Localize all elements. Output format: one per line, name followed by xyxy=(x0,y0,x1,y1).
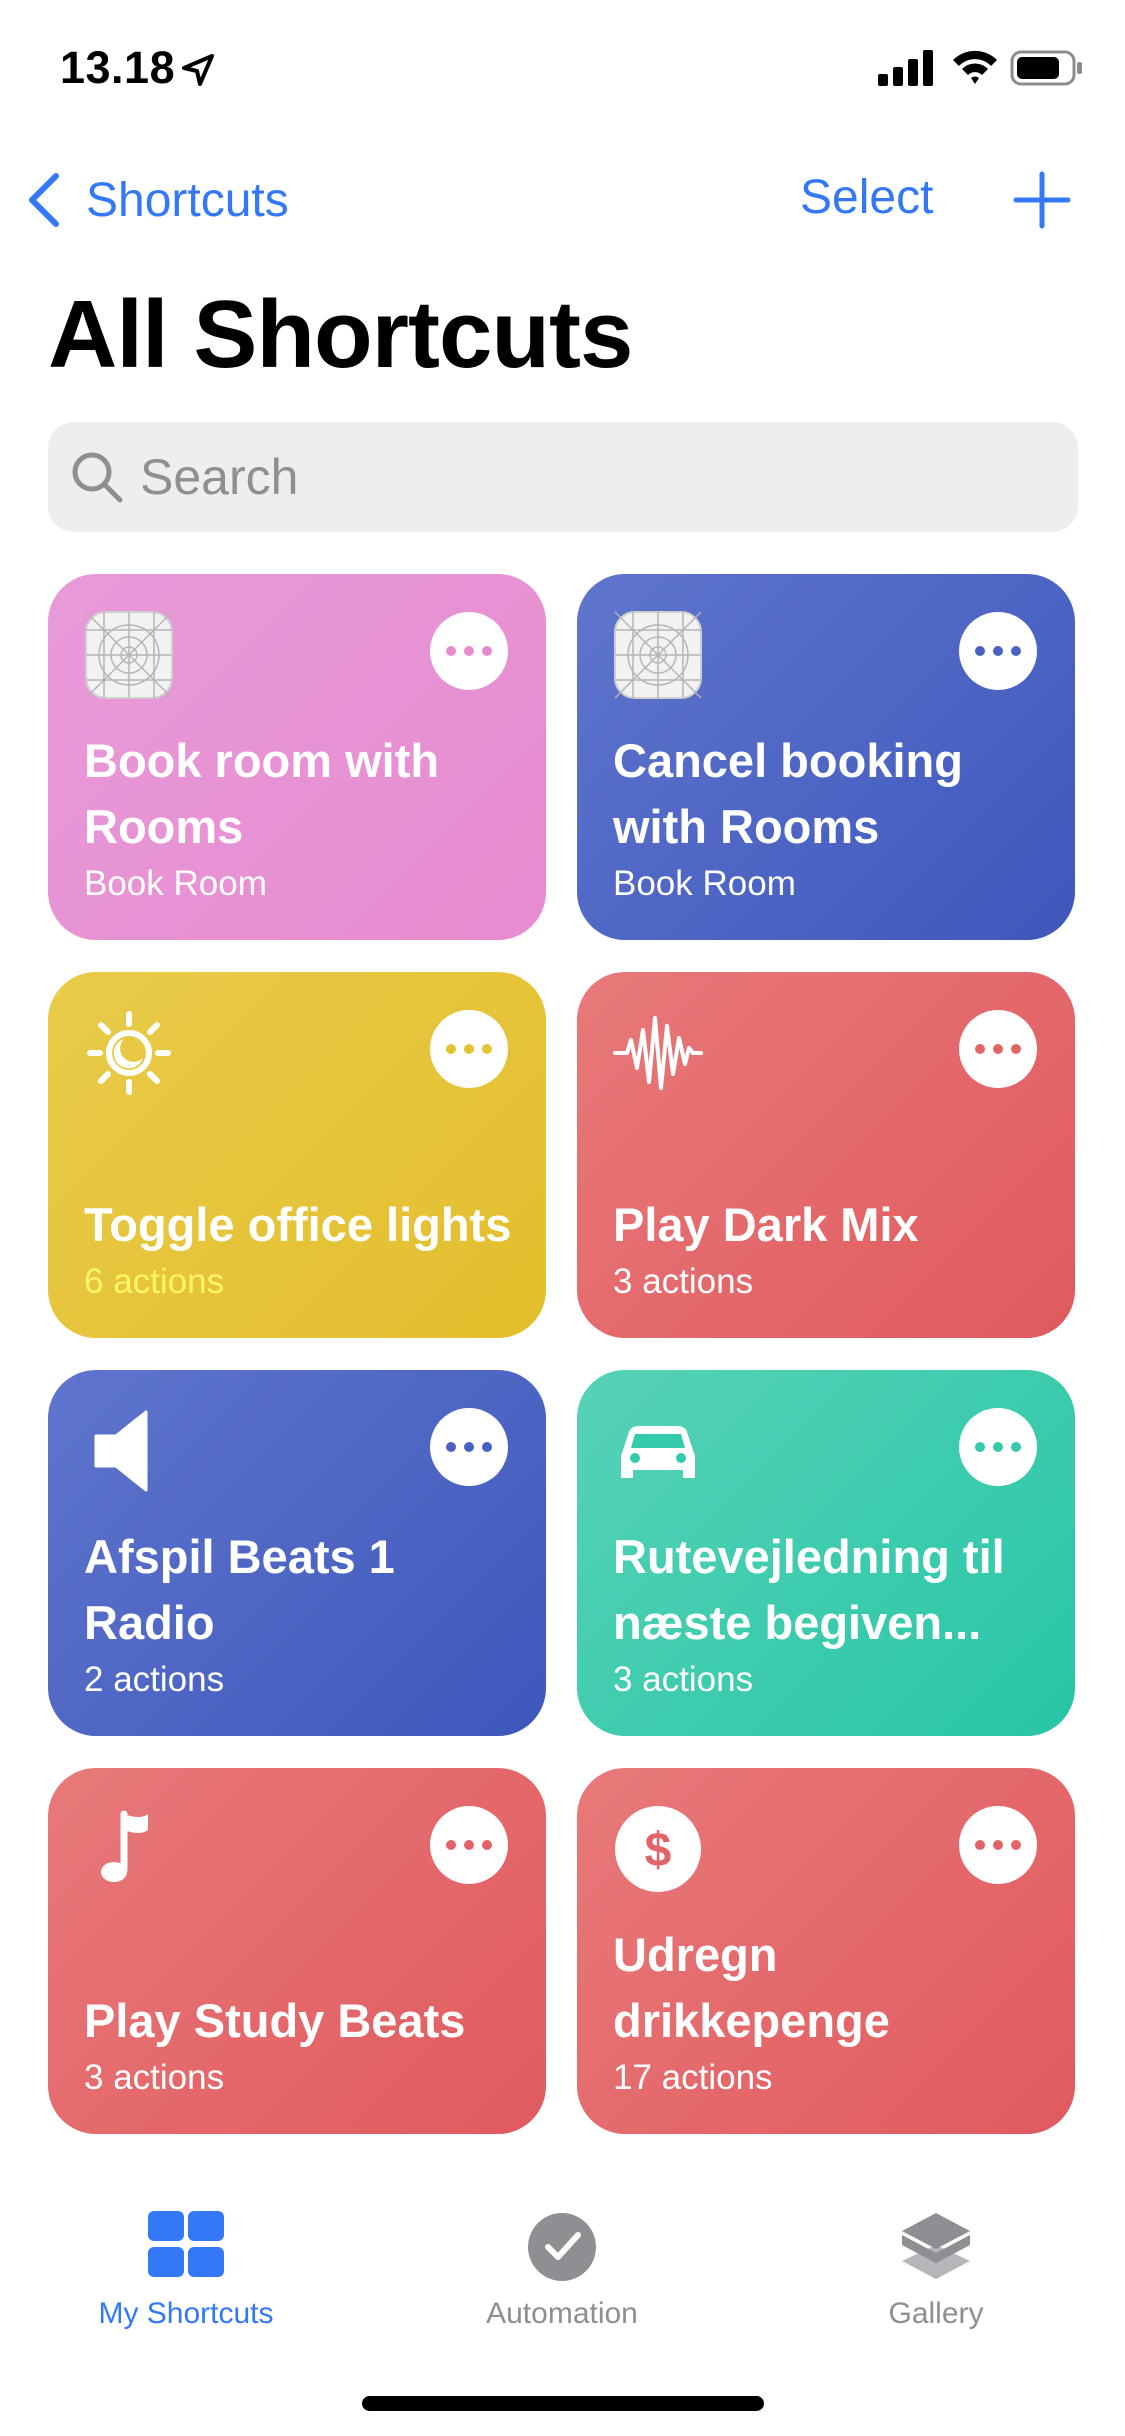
cellular-signal-icon xyxy=(878,50,933,86)
more-dot xyxy=(464,1044,474,1054)
shortcut-tile-book-room[interactable]: Book room with Rooms Book Room xyxy=(48,574,546,940)
speaker-icon xyxy=(94,1410,148,1492)
tile-subtitle: 17 actions xyxy=(613,2058,773,2097)
tab-label: Gallery xyxy=(888,2297,984,2330)
checkmark-clock-icon xyxy=(528,2213,596,2281)
more-dot xyxy=(1011,1044,1021,1054)
page-title: All Shortcuts xyxy=(48,281,633,388)
search-icon xyxy=(72,452,123,503)
more-options-button[interactable] xyxy=(430,1806,508,1884)
tile-title: Toggle office lights xyxy=(84,1198,512,1251)
more-dot xyxy=(1011,646,1021,656)
more-options-button[interactable] xyxy=(959,1408,1037,1486)
tile-subtitle: 3 actions xyxy=(613,1262,754,1301)
more-dot xyxy=(446,1044,456,1054)
more-dot xyxy=(464,646,474,656)
status-time: 13.18 xyxy=(60,42,176,93)
add-shortcut-icon[interactable] xyxy=(1012,170,1072,230)
more-dot xyxy=(993,1044,1003,1054)
more-dot xyxy=(446,1442,456,1452)
tile-subtitle: 3 actions xyxy=(84,2058,225,2097)
shortcut-tile-toggle-office-lights[interactable]: Toggle office lights 6 actions xyxy=(48,972,546,1338)
tab-automation[interactable]: Automation xyxy=(432,2175,692,2335)
more-dot xyxy=(464,1840,474,1850)
tab-bar: My Shortcuts Automation Gallery xyxy=(0,2175,1125,2355)
tile-title: Play Dark Mix xyxy=(613,1198,919,1251)
more-options-button[interactable] xyxy=(430,612,508,690)
tab-label: My Shortcuts xyxy=(98,2297,274,2330)
back-button-label: Shortcuts xyxy=(86,173,289,227)
more-options-button[interactable] xyxy=(430,1408,508,1486)
shortcuts-screen: 13.18 Shortcuts Select All Shortcuts Sea… xyxy=(0,0,1125,2436)
tab-label: Automation xyxy=(486,2297,638,2330)
location-arrow-icon xyxy=(182,54,214,86)
layers-icon xyxy=(902,2213,970,2279)
tile-title: Udregn drikkepenge xyxy=(613,1928,890,2047)
more-dot xyxy=(993,1840,1003,1850)
tile-subtitle: 2 actions xyxy=(84,1660,225,1699)
tile-subtitle: 3 actions xyxy=(613,1660,754,1699)
more-dot xyxy=(446,1840,456,1850)
car-icon xyxy=(621,1426,695,1478)
shortcut-tile-play-study-beats[interactable]: Play Study Beats 3 actions xyxy=(48,1768,546,2134)
shortcut-tile-rutevejledning[interactable]: Rutevejledning til næste begiven... 3 ac… xyxy=(577,1370,1075,1736)
more-dot xyxy=(482,646,492,656)
more-dot xyxy=(1011,1840,1021,1850)
tile-title: Afspil Beats 1 Radio xyxy=(84,1530,395,1649)
more-dot xyxy=(482,1840,492,1850)
sun-moon-icon xyxy=(87,1011,171,1095)
shortcut-tile-play-dark-mix[interactable]: Play Dark Mix 3 actions xyxy=(577,972,1075,1338)
chevron-left-icon xyxy=(29,173,59,227)
more-dot xyxy=(464,1442,474,1452)
tile-subtitle: Book Room xyxy=(84,864,267,903)
tab-my-shortcuts[interactable]: My Shortcuts xyxy=(56,2175,316,2335)
back-button[interactable]: Shortcuts xyxy=(24,168,289,232)
music-note-icon xyxy=(101,1810,148,1882)
shortcut-tile-afspil-beats-1[interactable]: Afspil Beats 1 Radio 2 actions xyxy=(48,1370,546,1736)
app-placeholder-icon xyxy=(614,611,702,699)
more-dot xyxy=(975,646,985,656)
more-dot xyxy=(482,1044,492,1054)
search-input[interactable] xyxy=(140,448,1020,506)
status-bar: 13.18 xyxy=(0,0,1125,140)
tile-title: Cancel booking with Rooms xyxy=(613,734,963,853)
tile-title: Book room with Rooms xyxy=(84,734,440,853)
more-dot xyxy=(975,1442,985,1452)
tile-title: Play Study Beats xyxy=(84,1994,466,2047)
waveform-icon xyxy=(613,1016,703,1090)
more-dot xyxy=(482,1442,492,1452)
more-options-button[interactable] xyxy=(959,612,1037,690)
tile-subtitle: Book Room xyxy=(613,864,796,903)
grid-icon xyxy=(148,2211,224,2277)
more-dot xyxy=(975,1044,985,1054)
shortcut-tile-udregn-drikkepenge[interactable]: $ Udregn drikkepenge 17 actions xyxy=(577,1768,1075,2134)
select-button[interactable]: Select xyxy=(800,170,933,225)
battery-icon xyxy=(1010,50,1082,86)
more-options-button[interactable] xyxy=(959,1806,1037,1884)
dollar-icon: $ xyxy=(615,1806,701,1892)
more-dot xyxy=(1011,1442,1021,1452)
search-field[interactable] xyxy=(48,422,1078,532)
wifi-icon xyxy=(953,50,997,84)
tile-title: Rutevejledning til næste begiven... xyxy=(613,1530,1005,1649)
more-dot xyxy=(446,646,456,656)
svg-text:$: $ xyxy=(645,1824,672,1877)
shortcut-tile-cancel-booking[interactable]: Cancel booking with Rooms Book Room xyxy=(577,574,1075,940)
app-placeholder-icon xyxy=(85,611,173,699)
home-indicator xyxy=(362,2396,764,2411)
more-dot xyxy=(975,1840,985,1850)
tab-gallery[interactable]: Gallery xyxy=(806,2175,1066,2335)
more-options-button[interactable] xyxy=(430,1010,508,1088)
more-options-button[interactable] xyxy=(959,1010,1037,1088)
more-dot xyxy=(993,1442,1003,1452)
more-dot xyxy=(993,646,1003,656)
tile-subtitle: 6 actions xyxy=(84,1262,225,1301)
